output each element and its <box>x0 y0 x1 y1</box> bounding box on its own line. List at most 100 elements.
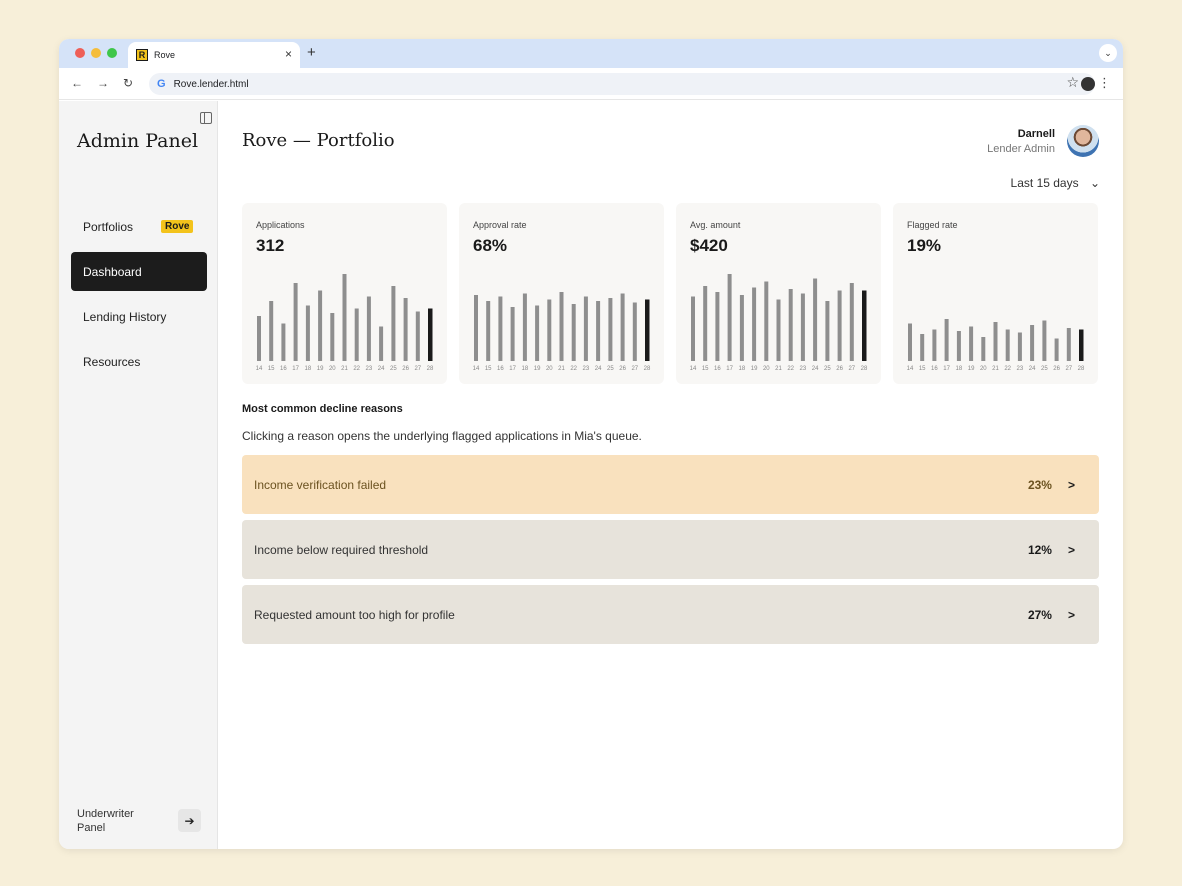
date-range-label: Last 15 days <box>1010 176 1079 190</box>
chart-bar <box>608 298 613 361</box>
close-window-button[interactable] <box>75 48 85 58</box>
kpi-card-flagged-rate[interactable]: Flagged rate 19% 14 15 16 17 18 19 20 21 22 23 24 2… <box>893 203 1098 384</box>
chart-tick-label: 20 <box>546 366 553 372</box>
chart-tick-label: 21 <box>341 366 348 372</box>
chart-bar <box>800 293 805 361</box>
chart-bar <box>535 305 540 361</box>
main-content: Rove — Portfolio Darnell Lender Admin La… <box>218 101 1123 849</box>
url-text: Rove.lender.html <box>173 78 249 90</box>
back-icon[interactable]: ← <box>71 76 83 90</box>
sidebar-item-label: Dashboard <box>83 264 142 279</box>
chart-tick-label: 27 <box>848 366 855 372</box>
chart-bar <box>547 299 552 361</box>
chart-bar <box>1079 329 1084 361</box>
chart-bar <box>257 316 261 361</box>
portfolio-badge: Rove <box>161 220 194 233</box>
date-range-select[interactable]: Last 15 days ⌄ <box>1011 176 1100 190</box>
chart-bar <box>632 302 637 361</box>
chart-bar <box>330 313 335 361</box>
kpi-card-avg-amount[interactable]: Avg. amount $420 14 15 16 17 18 19 20 21 22 23 24 2… <box>676 203 881 384</box>
chevron-down-icon: ⌄ <box>1089 176 1100 190</box>
chart-bar <box>703 286 708 361</box>
decline-reason-row[interactable]: Income verification failed 23% > <box>242 455 1099 514</box>
chart-tick-label: 19 <box>751 366 758 372</box>
chart-tick-label: 16 <box>714 366 721 372</box>
chart-tick-label: 25 <box>390 366 397 372</box>
chart-tick-label: 28 <box>427 366 434 372</box>
chart-bar <box>715 292 720 361</box>
chart-bar <box>366 296 371 361</box>
user-name: Darnell <box>1017 128 1055 140</box>
chevron-right-icon: > <box>1067 607 1075 622</box>
chart-tick-label: 19 <box>534 366 541 372</box>
chart-bar <box>944 319 949 361</box>
sidebar-item-portfolios[interactable]: Portfolios Rove <box>71 207 207 246</box>
minimize-window-button[interactable] <box>91 48 101 58</box>
chart-tick-label: 18 <box>739 366 746 372</box>
browser-menu-icon[interactable]: ⋮ <box>1098 75 1111 91</box>
arrow-right-icon: ➔ <box>184 813 195 828</box>
chart-tick-label: 15 <box>702 366 709 372</box>
chart-tick-label: 16 <box>497 366 504 372</box>
chart-tick-label: 16 <box>280 366 287 372</box>
chart-bar <box>571 304 576 361</box>
tab-title: Rove <box>154 50 176 60</box>
kpi-card-approval-rate[interactable]: Approval rate 68% 14 15 16 17 18 19 20 21 22 23 24… <box>459 203 664 384</box>
chart-tick-label: 14 <box>907 366 914 372</box>
chart-bar <box>583 296 588 361</box>
chart-bar <box>1030 325 1035 361</box>
chart-bar <box>825 301 830 361</box>
decline-reason-row[interactable]: Income below required threshold 12% > <box>242 520 1099 579</box>
address-bar[interactable]: G Rove.lender.html <box>149 73 1095 95</box>
chart-bar <box>379 326 384 361</box>
reason-percentage: 27% <box>1027 607 1052 622</box>
new-tab-icon[interactable]: + <box>307 44 316 61</box>
chart-bar <box>788 289 793 361</box>
chart-tick-label: 20 <box>980 366 987 372</box>
sidebar-item-lending-history[interactable]: Lending History <box>71 297 207 336</box>
chart-tick-label: 25 <box>607 366 614 372</box>
chart-bar <box>1017 332 1022 361</box>
chart-tick-label: 19 <box>968 366 975 372</box>
browser-tab[interactable]: R Rove × <box>128 42 300 68</box>
tab-strip: R Rove × + ⌄ <box>59 39 1123 68</box>
chart-tick-label: 27 <box>1065 366 1072 372</box>
chart-bar <box>596 301 601 361</box>
chart-bar <box>776 299 781 361</box>
sidebar-collapse-icon[interactable] <box>200 112 212 124</box>
underwriter-panel-button[interactable]: ➔ <box>178 809 201 832</box>
address-toolbar: ← → ↻ G Rove.lender.html ☆ ⋮ <box>59 68 1123 100</box>
kpi-card-applications[interactable]: Applications 312 14 15 16 17 18 19 20 21 22 23 24 2… <box>242 203 447 384</box>
sidebar-title: Admin Panel <box>77 130 199 152</box>
decline-reason-row[interactable]: Requested amount too high for profile 27… <box>242 585 1099 644</box>
google-icon: G <box>157 78 166 90</box>
chart-bar <box>981 337 986 361</box>
tab-search-chevron-icon[interactable]: ⌄ <box>1099 44 1117 62</box>
chart-bar <box>932 329 937 361</box>
chart-tick-label: 24 <box>812 366 819 372</box>
chart-bar <box>956 331 961 361</box>
reason-label: Income verification failed <box>254 477 387 492</box>
chart-tick-label: 27 <box>631 366 638 372</box>
chart-tick-label: 26 <box>619 366 626 372</box>
chart-bar <box>510 307 515 361</box>
sidebar-item-dashboard[interactable]: Dashboard <box>71 252 207 291</box>
sidebar-item-resources[interactable]: Resources <box>71 342 207 381</box>
page-title: Rove — Portfolio <box>242 130 395 151</box>
chart-tick-label: 14 <box>256 366 263 372</box>
chart-tick-label: 22 <box>353 366 360 372</box>
chart-tick-label: 23 <box>1017 366 1024 372</box>
reason-label: Requested amount too high for profile <box>254 607 455 622</box>
forward-icon[interactable]: → <box>97 76 109 90</box>
chart-tick-label: 23 <box>583 366 590 372</box>
reload-icon[interactable]: ↻ <box>123 76 133 90</box>
chart-bar <box>1005 329 1010 361</box>
bookmark-star-icon[interactable]: ☆ <box>1066 74 1079 91</box>
close-tab-icon[interactable]: × <box>285 47 292 61</box>
avatar[interactable] <box>1067 125 1099 157</box>
profile-icon[interactable] <box>1081 77 1095 91</box>
applications-bar-chart: 14 15 16 17 18 19 20 21 22 23 24 25 26 27 28 <box>256 274 434 372</box>
chart-bar <box>908 323 912 361</box>
avg-amount-bar-chart: 14 15 16 17 18 19 20 21 22 23 24 25 26 27 28 <box>690 274 868 372</box>
maximize-window-button[interactable] <box>107 48 117 58</box>
